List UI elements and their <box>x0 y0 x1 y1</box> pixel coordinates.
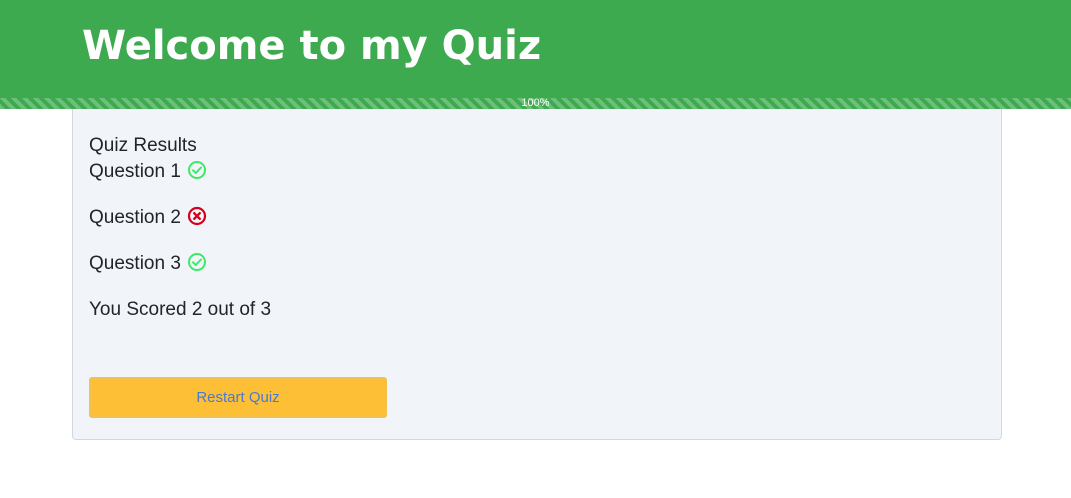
quiz-progress-bar: 100% <box>0 98 1071 109</box>
question-result-row: Question 2 <box>89 205 271 231</box>
check-circle-icon <box>187 252 207 272</box>
question-label: Question 3 <box>89 253 181 274</box>
results-heading: Quiz Results <box>89 135 197 156</box>
results-content: Quiz Results Question 1 Question 2 Quest… <box>89 133 271 323</box>
x-circle-icon <box>187 206 207 226</box>
question-result-row: Question 3 <box>89 251 271 277</box>
page-title: Welcome to my Quiz <box>82 23 542 69</box>
restart-quiz-button[interactable]: Restart Quiz <box>89 377 387 418</box>
score-text: You Scored 2 out of 3 <box>89 299 272 320</box>
question-result-row: Question 1 <box>89 159 271 185</box>
check-circle-icon <box>187 160 207 180</box>
progress-label: 100% <box>521 98 550 109</box>
results-card: Quiz Results Question 1 Question 2 Quest… <box>72 109 1002 440</box>
page-header: Welcome to my Quiz <box>0 0 1071 98</box>
question-label: Question 1 <box>89 161 181 182</box>
progress-fill: 100% <box>0 98 1071 109</box>
question-label: Question 2 <box>89 207 181 228</box>
